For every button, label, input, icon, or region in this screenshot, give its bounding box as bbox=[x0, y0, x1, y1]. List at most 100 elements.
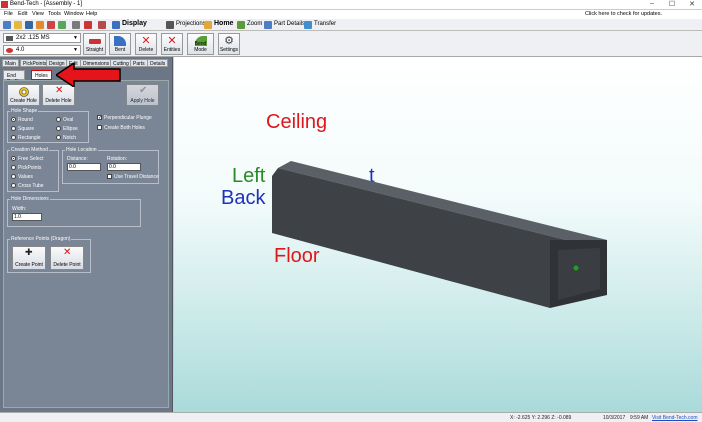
radio-values[interactable]: Values bbox=[11, 174, 33, 180]
print-icon[interactable] bbox=[72, 21, 80, 29]
import-icon[interactable] bbox=[47, 21, 55, 29]
target-icon bbox=[19, 87, 29, 97]
menu-tools[interactable]: Tools bbox=[48, 11, 61, 17]
radio-oval-indicator bbox=[56, 117, 61, 123]
bend-mode-button[interactable]: Bend Mode bbox=[187, 33, 214, 55]
export-icon[interactable] bbox=[58, 21, 66, 29]
rotation-label: Rotation: bbox=[107, 156, 128, 162]
delete-point-button[interactable]: ✕ Delete Point bbox=[50, 246, 84, 270]
distance-label: Distance: bbox=[67, 156, 88, 162]
cross-tube-label: Cross Tube bbox=[18, 183, 44, 189]
radio-free-select[interactable]: Free Select bbox=[11, 156, 44, 162]
pickpoints-label: PickPoints bbox=[18, 165, 42, 171]
straight-button[interactable]: Straight bbox=[83, 33, 106, 55]
menu-view[interactable]: View bbox=[32, 11, 44, 17]
menu-window[interactable]: Window bbox=[64, 11, 84, 17]
radius-select[interactable]: 4.0 ▼ bbox=[3, 45, 81, 55]
status-date: 10/3/2017 bbox=[603, 415, 626, 421]
hole-shape-group: Hole Shape Round Square Rectangle Oval E… bbox=[7, 108, 89, 143]
close-button[interactable]: ✕ bbox=[682, 0, 702, 8]
settings-button[interactable]: ⚙ Settings bbox=[218, 33, 240, 55]
tab-parts[interactable]: Parts bbox=[130, 59, 148, 67]
transfer-button[interactable]: Transfer bbox=[314, 21, 336, 27]
check-icon: ✔ bbox=[139, 85, 148, 96]
window-title: Bend-Tech - [Assembly - 1] bbox=[10, 1, 83, 7]
radio-notch[interactable]: Notch bbox=[56, 135, 76, 141]
distance-input[interactable]: 0.0 bbox=[67, 163, 101, 171]
entities-button[interactable]: ✕ Entities bbox=[161, 33, 183, 55]
maximize-button[interactable]: ☐ bbox=[662, 0, 682, 8]
menu-help[interactable]: Help bbox=[86, 11, 97, 17]
new-icon[interactable] bbox=[3, 21, 11, 29]
delete-hole-button[interactable]: ✕ Delete Hole bbox=[42, 84, 75, 106]
material-select[interactable]: 2x2 .125 MS ▼ bbox=[3, 33, 81, 43]
bent-icon bbox=[114, 36, 126, 46]
hole-location-title: Hole Location bbox=[65, 147, 98, 153]
tab-main[interactable]: Main bbox=[2, 59, 19, 67]
menu-file[interactable]: File bbox=[4, 11, 13, 17]
gear-icon: ⚙ bbox=[224, 35, 234, 47]
open-icon[interactable] bbox=[14, 21, 22, 29]
create-hole-button[interactable]: Create Hole bbox=[7, 84, 40, 106]
reference-points-group: Reference Points (Dragon) ✚ Create Point… bbox=[7, 236, 91, 273]
part-details-icon bbox=[264, 21, 272, 29]
round-label: Round bbox=[18, 117, 33, 123]
rotation-input[interactable]: 0.0 bbox=[107, 163, 141, 171]
menu-edit[interactable]: Edit bbox=[18, 11, 27, 17]
display-icon bbox=[112, 21, 120, 29]
tab-end-profile[interactable]: End Profile bbox=[3, 70, 26, 85]
radio-free-indicator bbox=[11, 156, 16, 162]
radio-cross-tube[interactable]: Cross Tube bbox=[11, 183, 44, 189]
notch-label: Notch bbox=[63, 135, 77, 141]
apply-hole-button[interactable]: ✔ Apply Hole bbox=[126, 84, 159, 106]
chevron-down-icon: ▼ bbox=[73, 35, 78, 41]
travel-distance-checkbox[interactable]: Use Travel Distance bbox=[107, 174, 159, 180]
radio-square-indicator bbox=[11, 126, 16, 132]
update-link[interactable]: Click here to check for updates. bbox=[585, 11, 662, 17]
perpendicular-checkbox[interactable]: ✓ Perpendicular Plunge bbox=[97, 115, 152, 121]
home-button[interactable]: Home bbox=[214, 20, 233, 27]
menu-bar: File Edit View Tools Window Help Click h… bbox=[0, 10, 702, 19]
title-bar: Bend-Tech - [Assembly - 1] – ☐ ✕ bbox=[0, 0, 702, 10]
perpendicular-check-icon: ✓ bbox=[97, 115, 103, 122]
zoom-icon bbox=[237, 21, 245, 29]
radio-pickpoints[interactable]: PickPoints bbox=[11, 165, 41, 171]
radius-value: 4.0 bbox=[16, 47, 25, 53]
delete-button[interactable]: ✕ Delete bbox=[135, 33, 157, 55]
holes-panel: Create Hole ✕ Delete Hole ✔ Apply Hole H… bbox=[3, 80, 169, 408]
website-link[interactable]: Visit Bend-Tech.com bbox=[652, 415, 697, 421]
folder-icon[interactable] bbox=[36, 21, 44, 29]
create-both-checkbox[interactable]: Create Both Holes bbox=[97, 125, 145, 131]
radio-square[interactable]: Square bbox=[11, 126, 34, 132]
radio-round[interactable]: Round bbox=[11, 117, 33, 123]
radio-ellipse[interactable]: Ellipse bbox=[56, 126, 78, 132]
hole-shape-title: Hole Shape bbox=[10, 108, 39, 114]
projections-button[interactable]: Projections bbox=[176, 21, 206, 27]
material-value: 2x2 .125 MS bbox=[16, 35, 50, 41]
part-details-button[interactable]: Part Details bbox=[274, 21, 305, 27]
hole-dimensions-title: Hole Dimensions bbox=[10, 196, 50, 202]
minimize-button[interactable]: – bbox=[642, 0, 662, 7]
tube-icon[interactable] bbox=[98, 21, 106, 29]
tab-holes[interactable]: Holes bbox=[31, 70, 52, 80]
width-input[interactable]: 1.0 bbox=[12, 213, 42, 221]
radius-icon bbox=[6, 48, 13, 53]
radio-rectangle-indicator bbox=[11, 135, 16, 141]
point-icon: ✚ bbox=[25, 247, 33, 257]
app-icon bbox=[1, 1, 8, 8]
radio-rectangle[interactable]: Rectangle bbox=[11, 135, 41, 141]
reference-points-title: Reference Points (Dragon) bbox=[10, 236, 72, 242]
display-button[interactable]: Display bbox=[122, 20, 147, 27]
zoom-button[interactable]: Zoom bbox=[247, 21, 262, 27]
3d-viewport[interactable]: Ceiling Left t Back Floor bbox=[174, 57, 702, 412]
report-icon[interactable] bbox=[84, 21, 92, 29]
bent-button[interactable]: Bent bbox=[109, 33, 131, 55]
tab-details[interactable]: Details bbox=[147, 59, 169, 67]
save-icon[interactable] bbox=[25, 21, 33, 29]
radio-oval[interactable]: Oval bbox=[56, 117, 73, 123]
radio-cross-indicator bbox=[11, 183, 16, 189]
create-point-button[interactable]: ✚ Create Point bbox=[12, 246, 46, 270]
tab-pickpoints[interactable]: PickPoints bbox=[20, 59, 50, 67]
bent-label: Bent bbox=[114, 47, 126, 53]
delete-icon: ✕ bbox=[63, 247, 72, 258]
